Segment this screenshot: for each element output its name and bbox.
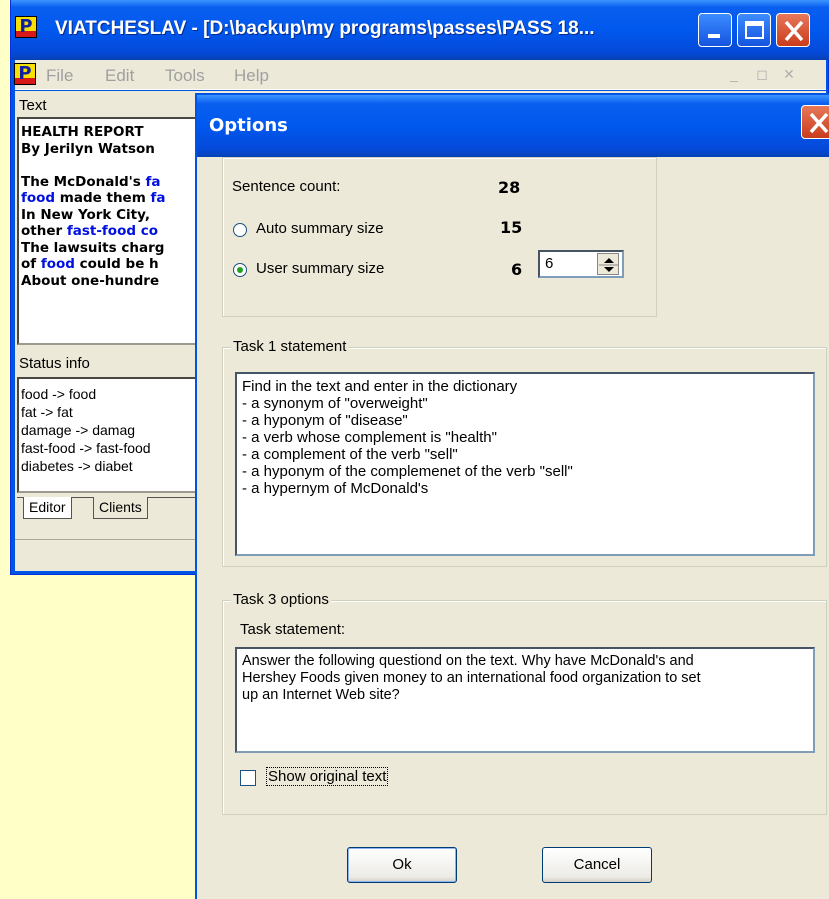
report-text-run: could be h bbox=[74, 256, 159, 272]
task1-line: Find in the text and enter in the dictio… bbox=[242, 378, 518, 395]
task1-group: Task 1 statement Find in the text and en… bbox=[222, 338, 827, 567]
mdi-minimize-icon[interactable]: _ bbox=[723, 66, 745, 84]
task1-title: Task 1 statement bbox=[231, 338, 349, 355]
summary-group: Sentence count: 28 Auto summary size 15 … bbox=[222, 157, 657, 317]
cancel-button[interactable]: Cancel bbox=[542, 847, 652, 883]
highlighted-term: food bbox=[21, 190, 56, 206]
options-dialog: Options Sentence count: 28 Auto summary … bbox=[195, 93, 829, 899]
report-text-run: The lawsuits charg bbox=[21, 239, 165, 256]
mdi-close-icon[interactable]: ✕ bbox=[778, 66, 800, 84]
task3-group: Task 3 options Task statement: Answer th… bbox=[222, 591, 827, 815]
tab-clients[interactable]: Clients bbox=[93, 497, 148, 519]
report-text-run: About one-hundre bbox=[21, 272, 160, 289]
tab-editor[interactable]: Editor bbox=[23, 497, 72, 519]
auto-summary-value: 15 bbox=[500, 218, 523, 237]
task1-line: - a verb whose complement is "health" bbox=[242, 429, 497, 446]
task1-line: - a complement of the verb "sell" bbox=[242, 446, 458, 463]
task3-line: Answer the following questiond on the te… bbox=[242, 653, 694, 669]
report-text-run: In New York City, bbox=[21, 206, 150, 223]
task1-line: - a hyponym of "disease" bbox=[242, 412, 408, 429]
highlighted-term: fa bbox=[145, 173, 161, 190]
mdi-child-icon: P bbox=[14, 63, 36, 85]
report-text-run: By Jerilyn Watson bbox=[21, 140, 155, 157]
maximize-button[interactable] bbox=[737, 13, 771, 47]
text-pane-label: Text bbox=[19, 97, 47, 114]
maximize-icon bbox=[745, 21, 764, 39]
minimize-icon bbox=[708, 34, 720, 38]
user-summary-spinner[interactable]: 6 bbox=[538, 250, 624, 278]
main-title-bar[interactable]: P VIATCHESLAV - [D:\backup\my programs\p… bbox=[11, 0, 829, 60]
ok-button[interactable]: Ok bbox=[347, 847, 457, 883]
show-original-checkbox[interactable] bbox=[240, 770, 256, 786]
auto-summary-radio[interactable] bbox=[233, 223, 247, 237]
menu-help[interactable]: Help bbox=[234, 66, 269, 86]
main-window-title: VIATCHESLAV - [D:\backup\my programs\pas… bbox=[55, 18, 595, 39]
task3-title: Task 3 options bbox=[231, 591, 331, 608]
sentence-count-value: 28 bbox=[498, 178, 521, 197]
close-icon bbox=[809, 112, 829, 134]
highlighted-term: fast-food co bbox=[66, 223, 158, 239]
menu-bar: P File Edit Tools Help _ ◻ ✕ bbox=[14, 60, 826, 90]
close-button[interactable] bbox=[776, 13, 810, 47]
user-summary-label[interactable]: User summary size bbox=[256, 260, 384, 277]
menu-tools[interactable]: Tools bbox=[165, 66, 205, 86]
sentence-count-label: Sentence count: bbox=[232, 178, 341, 195]
task3-textarea[interactable]: Answer the following questiond on the te… bbox=[235, 647, 815, 753]
report-text-run: made them bbox=[55, 190, 151, 206]
dialog-title-bar[interactable]: Options bbox=[197, 95, 829, 157]
user-summary-radio[interactable] bbox=[233, 263, 247, 277]
user-summary-value: 6 bbox=[511, 260, 523, 279]
task1-line: - a synonym of "overweight" bbox=[242, 395, 428, 412]
spinner-value[interactable]: 6 bbox=[545, 255, 553, 272]
task3-line: up an Internet Web site? bbox=[242, 687, 400, 703]
menu-file[interactable]: File bbox=[46, 66, 73, 86]
menu-edit[interactable]: Edit bbox=[105, 66, 134, 86]
app-logo-icon: P bbox=[15, 16, 37, 38]
close-icon bbox=[784, 20, 804, 42]
task-statement-label: Task statement: bbox=[240, 621, 346, 638]
task1-line: - a hypernym of McDonald's bbox=[242, 480, 429, 497]
status-pane-label: Status info bbox=[19, 355, 90, 372]
task1-textarea[interactable]: Find in the text and enter in the dictio… bbox=[235, 372, 815, 556]
show-original-label[interactable]: Show original text bbox=[266, 767, 389, 786]
task1-line: - a hyponym of the complemenet of the ve… bbox=[242, 463, 573, 480]
highlighted-term: fa bbox=[150, 190, 166, 206]
task3-line: Hershey Foods given money to an internat… bbox=[242, 670, 701, 686]
spin-updown-icon bbox=[599, 258, 619, 272]
report-text-run: HEALTH REPORT bbox=[21, 124, 144, 140]
spinner-buttons[interactable] bbox=[597, 253, 619, 275]
report-text-run: The McDonald's bbox=[21, 173, 146, 190]
mdi-restore-icon[interactable]: ◻ bbox=[751, 66, 773, 84]
auto-summary-label[interactable]: Auto summary size bbox=[256, 220, 384, 237]
dialog-close-button[interactable] bbox=[801, 105, 829, 139]
highlighted-term: food bbox=[40, 256, 75, 272]
report-text-run: of bbox=[21, 256, 41, 272]
minimize-button[interactable] bbox=[698, 13, 732, 47]
report-text-run: other bbox=[21, 223, 67, 239]
dialog-title: Options bbox=[209, 115, 288, 136]
